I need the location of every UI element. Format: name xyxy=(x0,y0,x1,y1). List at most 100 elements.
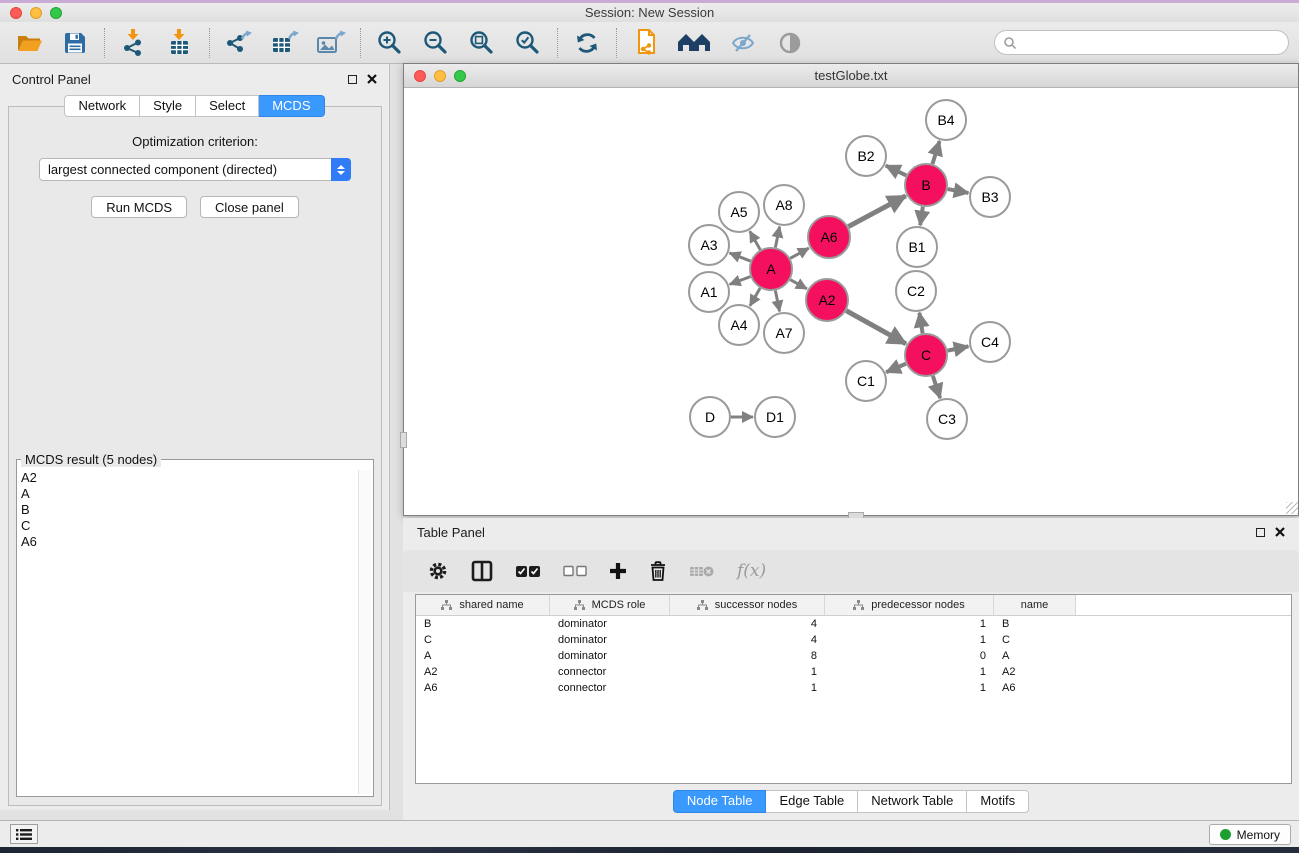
node-table[interactable]: shared nameMCDS rolesuccessor nodesprede… xyxy=(415,594,1292,784)
result-node-item[interactable]: C xyxy=(21,518,357,534)
result-node-item[interactable]: B xyxy=(21,502,357,518)
table-cell[interactable]: A6 xyxy=(416,682,550,694)
close-table-panel-icon[interactable] xyxy=(1275,527,1285,537)
network-graph[interactable]: B4B2BB3B1A5A8A6A3AA1A2C2A4A7CC1C4C3DD1 xyxy=(404,88,1298,514)
run-mcds-button[interactable]: Run MCDS xyxy=(91,196,187,218)
graph-node-A8[interactable]: A8 xyxy=(764,185,804,225)
tab-network-table[interactable]: Network Table xyxy=(858,790,967,813)
graph-node-B4[interactable]: B4 xyxy=(926,100,966,140)
clone-network-icon[interactable] xyxy=(631,28,661,58)
graph-node-A5[interactable]: A5 xyxy=(719,192,759,232)
close-panel-button[interactable]: Close panel xyxy=(200,196,299,218)
hide-panel-eye-icon[interactable] xyxy=(729,28,759,58)
edge-C-C1[interactable] xyxy=(886,364,906,373)
edge-B-B4[interactable] xyxy=(932,141,939,164)
graph-node-A4[interactable]: A4 xyxy=(719,305,759,345)
edge-A-A7[interactable] xyxy=(775,291,779,312)
table-cell[interactable]: 1 xyxy=(825,682,994,694)
network-canvas[interactable]: B4B2BB3B1A5A8A6A3AA1A2C2A4A7CC1C4C3DD1 xyxy=(404,88,1298,514)
function-builder-icon[interactable]: f(x) xyxy=(737,558,766,584)
graph-node-C1[interactable]: C1 xyxy=(846,361,886,401)
table-cell[interactable]: 0 xyxy=(825,650,994,662)
edge-A-A1[interactable] xyxy=(730,277,751,285)
tab-select[interactable]: Select xyxy=(196,95,259,117)
close-panel-icon[interactable] xyxy=(367,74,377,84)
tab-node-table[interactable]: Node Table xyxy=(673,790,767,813)
table-cell[interactable]: 4 xyxy=(670,618,825,630)
window-resize-grip[interactable] xyxy=(1286,502,1298,514)
edge-A2-C[interactable] xyxy=(846,311,906,344)
column-header-predecessor-nodes[interactable]: predecessor nodes xyxy=(825,595,994,615)
table-cell[interactable]: dominator xyxy=(550,618,670,630)
graph-node-D[interactable]: D xyxy=(690,397,730,437)
table-cell[interactable]: dominator xyxy=(550,650,670,662)
show-columns-icon[interactable] xyxy=(471,558,493,584)
graph-node-C2[interactable]: C2 xyxy=(896,271,936,311)
graph-node-B3[interactable]: B3 xyxy=(970,177,1010,217)
edge-B-B2[interactable] xyxy=(886,166,906,176)
graph-node-C[interactable]: C xyxy=(905,334,947,376)
table-cell[interactable]: A xyxy=(416,650,550,662)
graph-node-C3[interactable]: C3 xyxy=(927,399,967,439)
edge-A-A2[interactable] xyxy=(790,280,807,289)
graph-node-B[interactable]: B xyxy=(905,164,947,206)
zoom-fit-icon[interactable] xyxy=(467,28,497,58)
column-header-shared-name[interactable]: shared name xyxy=(416,595,550,615)
memory-button[interactable]: Memory xyxy=(1209,824,1291,845)
edge-A-A3[interactable] xyxy=(730,253,751,261)
table-cell[interactable]: 8 xyxy=(670,650,825,662)
table-cell[interactable]: 1 xyxy=(670,666,825,678)
graph-node-B1[interactable]: B1 xyxy=(897,227,937,267)
result-node-item[interactable]: A xyxy=(21,486,357,502)
refresh-view-icon[interactable] xyxy=(572,28,602,58)
float-table-panel-icon[interactable] xyxy=(1256,528,1265,537)
task-history-button[interactable] xyxy=(10,824,38,844)
network-window-titlebar[interactable]: testGlobe.txt xyxy=(404,64,1298,88)
table-cell[interactable]: 4 xyxy=(670,634,825,646)
table-settings-gear-icon[interactable] xyxy=(427,558,449,584)
graph-node-A[interactable]: A xyxy=(750,248,792,290)
graph-node-B2[interactable]: B2 xyxy=(846,136,886,176)
column-header-MCDS-role[interactable]: MCDS role xyxy=(550,595,670,615)
open-file-icon[interactable] xyxy=(14,28,44,58)
table-cell[interactable]: C xyxy=(994,634,1076,646)
edge-A-A8[interactable] xyxy=(775,227,779,248)
add-column-icon[interactable] xyxy=(609,558,627,584)
tab-style[interactable]: Style xyxy=(140,95,196,117)
graph-node-A3[interactable]: A3 xyxy=(689,225,729,265)
delete-table-icon[interactable] xyxy=(689,558,715,584)
tab-motifs[interactable]: Motifs xyxy=(967,790,1029,813)
deselect-all-rows-icon[interactable] xyxy=(563,558,587,584)
column-header-successor-nodes[interactable]: successor nodes xyxy=(670,595,825,615)
graph-node-D1[interactable]: D1 xyxy=(755,397,795,437)
edge-A-A5[interactable] xyxy=(750,231,760,250)
zoom-selected-icon[interactable] xyxy=(513,28,543,58)
zoom-in-icon[interactable] xyxy=(375,28,405,58)
splitter-grip-left[interactable] xyxy=(400,432,407,448)
table-cell[interactable]: A2 xyxy=(416,666,550,678)
result-node-item[interactable]: A2 xyxy=(21,470,357,486)
graph-node-A6[interactable]: A6 xyxy=(808,216,850,258)
tab-network[interactable]: Network xyxy=(64,95,140,117)
tab-edge-table[interactable]: Edge Table xyxy=(766,790,858,813)
edge-B-B1[interactable] xyxy=(920,207,923,225)
export-table-icon[interactable] xyxy=(270,28,300,58)
result-scrollbar[interactable] xyxy=(358,470,371,794)
table-cell[interactable]: connector xyxy=(550,682,670,694)
table-cell[interactable]: dominator xyxy=(550,634,670,646)
export-image-icon[interactable] xyxy=(316,28,346,58)
edge-A-A4[interactable] xyxy=(750,288,760,306)
search-input[interactable] xyxy=(994,30,1289,55)
export-network-icon[interactable] xyxy=(224,28,254,58)
edge-C-C3[interactable] xyxy=(933,376,940,398)
graph-node-A7[interactable]: A7 xyxy=(764,313,804,353)
show-panel-eye-icon[interactable] xyxy=(775,28,805,58)
table-cell[interactable]: 1 xyxy=(825,666,994,678)
table-cell[interactable]: A2 xyxy=(994,666,1076,678)
table-row[interactable]: Cdominator41C xyxy=(416,632,1291,648)
result-node-item[interactable]: A6 xyxy=(21,534,357,550)
graph-node-A1[interactable]: A1 xyxy=(689,272,729,312)
edge-A6-B[interactable] xyxy=(848,196,905,227)
table-cell[interactable]: 1 xyxy=(825,618,994,630)
import-table-icon[interactable] xyxy=(165,28,195,58)
